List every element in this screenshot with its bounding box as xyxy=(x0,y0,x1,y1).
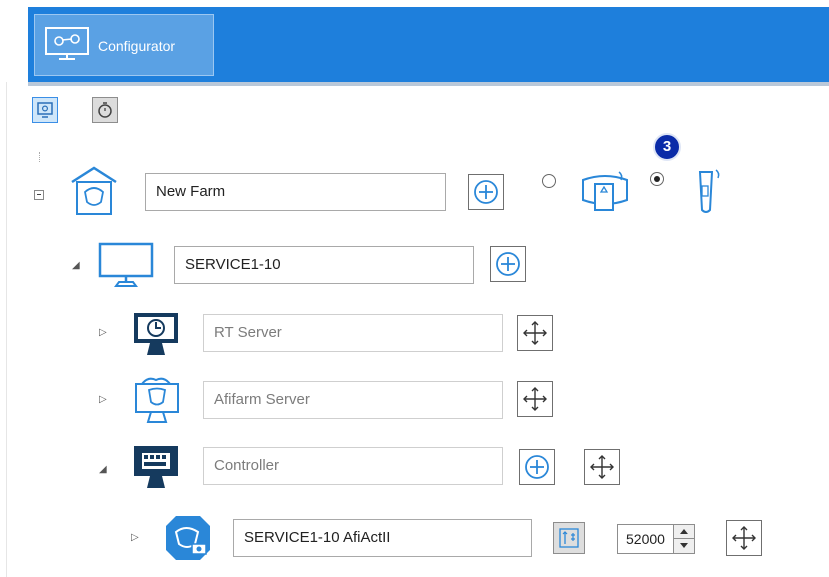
decrement-button[interactable] xyxy=(674,539,694,553)
computer-monitor-icon xyxy=(98,242,154,287)
computer-name-field[interactable]: SERVICE1-10 xyxy=(174,246,474,284)
move-arrows-icon xyxy=(732,526,756,550)
move-arrows-icon xyxy=(523,321,547,345)
plus-circle-icon xyxy=(525,455,549,479)
port-spinner[interactable]: 52000 xyxy=(617,524,695,554)
afiact-device-icon xyxy=(166,516,210,560)
configurator-icon xyxy=(45,27,89,60)
sort-list-icon xyxy=(559,528,579,548)
add-device-button[interactable] xyxy=(519,449,555,485)
add-computer-button[interactable] xyxy=(468,174,504,210)
rt-server-expand-arrow[interactable]: ▷ xyxy=(99,327,107,338)
left-frame-border xyxy=(6,0,7,577)
increment-button[interactable] xyxy=(674,525,694,539)
device-expand-arrow[interactable]: ▷ xyxy=(131,532,139,543)
step-badge: 3 xyxy=(653,133,681,161)
leg-tag-radio[interactable] xyxy=(650,172,664,186)
move-arrows-icon xyxy=(590,455,614,479)
plus-circle-icon xyxy=(496,252,520,276)
controller-icon xyxy=(134,446,178,488)
rt-server-move-button[interactable] xyxy=(517,315,553,351)
add-server-button[interactable] xyxy=(490,246,526,282)
triangle-down-icon xyxy=(680,543,688,548)
afifarm-server-icon xyxy=(135,377,179,423)
device-move-button[interactable] xyxy=(726,520,762,556)
rt-server-icon xyxy=(134,313,178,355)
leg-tag-icon xyxy=(698,169,720,213)
monitor-settings-icon xyxy=(37,102,53,118)
afifarm-server-move-button[interactable] xyxy=(517,381,553,417)
ribbon-separator xyxy=(28,82,829,86)
move-arrows-icon xyxy=(523,387,547,411)
controller-move-button[interactable] xyxy=(584,449,620,485)
controller-field[interactable]: Controller xyxy=(203,447,503,485)
ribbon: Configurator xyxy=(0,0,829,82)
computer-collapse-arrow[interactable]: ◢ xyxy=(72,260,80,271)
device-name-field[interactable]: SERVICE1-10 AfiActII xyxy=(233,519,532,557)
afifarm-server-field[interactable]: Afifarm Server xyxy=(203,381,503,419)
controller-collapse-arrow[interactable]: ◢ xyxy=(99,464,107,475)
spinner-buttons xyxy=(673,525,694,553)
timer-view-button[interactable] xyxy=(92,97,118,123)
port-value[interactable]: 52000 xyxy=(626,531,665,547)
stopwatch-icon xyxy=(98,102,112,118)
tab-configurator-label: Configurator xyxy=(98,38,176,54)
tree-guide-line xyxy=(39,152,40,162)
rt-server-field[interactable]: RT Server xyxy=(203,314,503,352)
farm-collapse-toggle[interactable] xyxy=(34,190,44,200)
afifarm-server-expand-arrow[interactable]: ▷ xyxy=(99,394,107,405)
setup-view-button[interactable] xyxy=(32,97,58,123)
farm-barn-icon xyxy=(71,166,117,215)
collar-tag-radio[interactable] xyxy=(542,174,556,188)
triangle-up-icon xyxy=(680,529,688,534)
collar-tag-icon xyxy=(582,171,628,211)
device-settings-button[interactable] xyxy=(553,522,585,554)
plus-circle-icon xyxy=(474,180,498,204)
farm-name-field[interactable]: New Farm xyxy=(145,173,446,211)
